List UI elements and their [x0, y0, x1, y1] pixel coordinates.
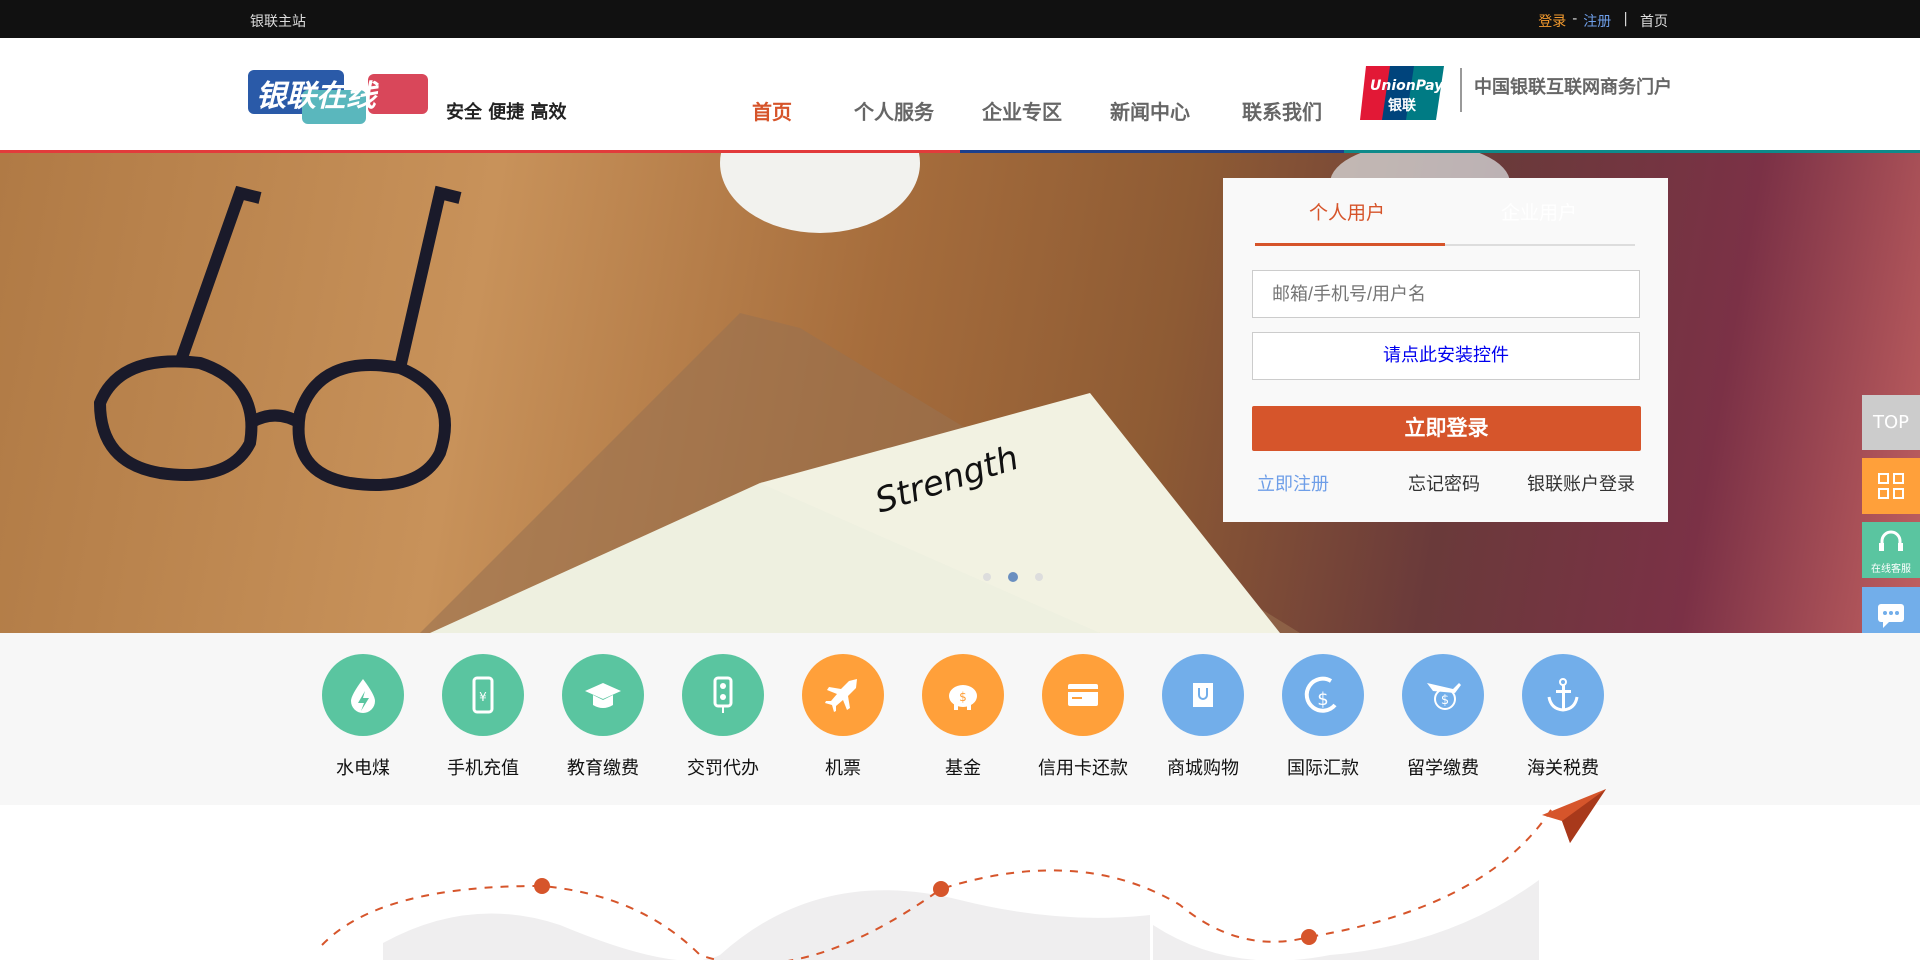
service-icon-circle[interactable] [562, 654, 644, 736]
credit-card-icon [1068, 684, 1098, 706]
service-icon-circle[interactable] [322, 654, 404, 736]
svg-text:银联: 银联 [1388, 97, 1417, 114]
service-label: 海关税费 [1527, 758, 1599, 779]
headset-icon [1879, 530, 1903, 551]
path-dot [534, 878, 550, 894]
service-label: 商城购物 [1167, 758, 1239, 779]
qr-code-button[interactable] [1862, 458, 1920, 514]
service-icon-circle[interactable]: $ [922, 654, 1004, 736]
service-item[interactable]: $ 国际汇款 [1263, 654, 1383, 780]
service-label: 留学缴费 [1407, 758, 1479, 779]
service-item[interactable]: 海关税费 [1503, 654, 1623, 780]
login-panel: 个人用户 企业用户 请点此安装控件 立即登录 立即注册 忘记密码 银联账户登录 [1223, 178, 1668, 522]
install-control-button[interactable]: 请点此安装控件 [1252, 332, 1640, 380]
unionpay-account-login-link[interactable]: 银联账户登录 [1527, 470, 1635, 496]
service-label: 手机充值 [447, 758, 519, 779]
chat-icon [1878, 604, 1904, 628]
carousel-dot[interactable] [983, 573, 991, 581]
service-icon-circle[interactable] [1162, 654, 1244, 736]
header: 银联在线 安全 便捷 高效 首页 个人服务 企业专区 新闻中心 联系我们 Uni… [0, 38, 1920, 150]
svg-text:$: $ [959, 690, 967, 704]
nav-contact[interactable]: 联系我们 [1242, 96, 1322, 125]
top-bar: 银联主站 登录 - 注册 | 首页 [0, 0, 1920, 38]
anchor-icon [1547, 678, 1579, 712]
grey-hill [1153, 880, 1539, 960]
plane-dollar-icon: $ [1427, 683, 1461, 710]
service-label: 基金 [945, 758, 981, 779]
service-icon-circle[interactable]: ¥ [442, 654, 524, 736]
service-item[interactable]: $ 基金 [903, 654, 1023, 780]
service-label: 信用卡还款 [1038, 758, 1128, 779]
journey-decoration [321, 805, 1556, 960]
service-item[interactable]: 信用卡还款 [1023, 654, 1143, 780]
slogan: 安全 便捷 高效 [446, 102, 567, 123]
service-item[interactable]: ¥ 手机充值 [423, 654, 543, 780]
shopping-bag-icon [1193, 683, 1213, 707]
svg-text:$: $ [1317, 689, 1328, 710]
service-icon-circle[interactable] [1522, 654, 1604, 736]
dollar-swirl-icon: $ [1304, 676, 1337, 713]
forgot-password-link[interactable]: 忘记密码 [1408, 470, 1480, 496]
nav-home[interactable]: 首页 [752, 96, 792, 125]
service-item[interactable]: 商城购物 [1143, 654, 1263, 780]
service-item[interactable]: 教育缴费 [543, 654, 663, 780]
nav-personal[interactable]: 个人服务 [854, 96, 934, 125]
service-item[interactable]: 机票 [783, 654, 903, 780]
service-item[interactable]: $ 留学缴费 [1383, 654, 1503, 780]
login-link[interactable]: 登录 [1538, 11, 1566, 31]
svg-text:UnionPay: UnionPay [1370, 78, 1444, 94]
path-dot [933, 881, 949, 897]
unionpay-online-logo[interactable]: 银联在线 [248, 68, 430, 124]
service-item[interactable]: 水电煤 [303, 654, 423, 780]
service-icon-circle[interactable] [682, 654, 764, 736]
service-label: 国际汇款 [1287, 758, 1359, 779]
home-link[interactable]: 首页 [1640, 11, 1668, 31]
service-icon-circle[interactable]: $ [1282, 654, 1364, 736]
graduation-cap-icon [585, 683, 621, 708]
username-input[interactable] [1252, 270, 1640, 318]
service-label: 教育缴费 [567, 758, 639, 779]
service-label: 水电煤 [336, 758, 390, 779]
back-to-top-button[interactable]: TOP [1862, 395, 1920, 450]
tab-enterprise[interactable]: 企业用户 [1501, 198, 1577, 225]
path-dot [1301, 929, 1317, 945]
nav-news[interactable]: 新闻中心 [1110, 96, 1190, 125]
glasses-icon [93, 185, 462, 491]
qr-code-icon [1878, 473, 1904, 499]
service-icon-circle[interactable] [802, 654, 884, 736]
main-site-link[interactable]: 银联主站 [250, 11, 306, 31]
airplane-icon [825, 679, 857, 712]
nav-business[interactable]: 企业专区 [982, 96, 1062, 125]
register-now-link[interactable]: 立即注册 [1257, 470, 1329, 496]
portal-text: 中国银联互联网商务门户 [1460, 68, 1672, 112]
service-icon-circle[interactable]: $ [1402, 654, 1484, 736]
carousel-dot[interactable] [1035, 573, 1043, 581]
register-link[interactable]: 注册 [1583, 11, 1611, 31]
phone-yuan-icon: ¥ [472, 676, 494, 714]
svg-text:银联在线: 银联在线 [256, 79, 380, 114]
service-label: 交罚代办 [687, 758, 759, 779]
service-item[interactable]: 交罚代办 [663, 654, 783, 780]
service-label: 机票 [825, 758, 861, 779]
paper-plane-icon [1542, 789, 1606, 843]
piggy-bank-icon: $ [949, 685, 977, 710]
service-icon-circle[interactable] [1042, 654, 1124, 736]
online-service-button[interactable]: 在线客服 [1862, 522, 1920, 578]
divider: | [1623, 11, 1628, 27]
svg-text:$: $ [1441, 693, 1449, 708]
tab-underline [1255, 243, 1635, 246]
separator: - [1572, 11, 1578, 27]
services-row: 水电煤 ¥ 手机充值 教育缴费 交罚代办 机票 $ 基金 信用卡还款 商城购物 $ 国际汇款 $ 留学缴费… [0, 633, 1920, 805]
tab-personal[interactable]: 个人用户 [1309, 198, 1385, 225]
svg-text:¥: ¥ [479, 690, 487, 704]
water-drop-icon [351, 679, 375, 713]
traffic-light-icon [713, 676, 733, 713]
carousel-dot-active[interactable] [1008, 572, 1018, 582]
unionpay-logo: UnionPay 银联 [1360, 66, 1444, 120]
grey-hill [383, 890, 1150, 960]
login-submit-button[interactable]: 立即登录 [1252, 406, 1641, 451]
online-service-label: 在线客服 [1871, 564, 1911, 575]
